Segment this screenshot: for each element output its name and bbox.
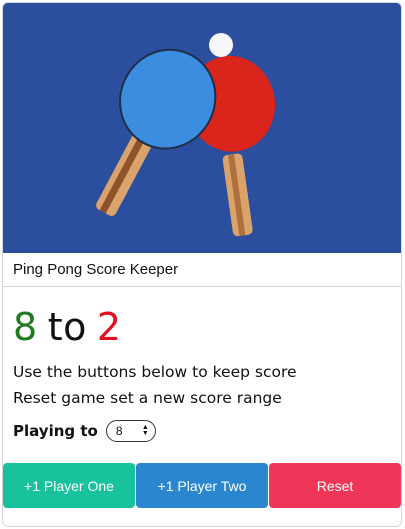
card-title: Ping Pong Score Keeper (3, 253, 401, 287)
playing-to-label: Playing to (13, 422, 98, 440)
instruction-line-2: Reset game set a new score range (13, 389, 282, 407)
score-keeper-card: Ping Pong Score Keeper 8 to 2 Use the butt… (2, 2, 402, 527)
button-row: +1 Player One +1 Player Two Reset (3, 463, 401, 508)
player-one-button[interactable]: +1 Player One (3, 463, 135, 508)
reset-button[interactable]: Reset (269, 463, 401, 508)
ping-pong-image (3, 3, 401, 253)
score-display: 8 to 2 (13, 301, 122, 353)
playing-to-value: 8 (115, 424, 123, 438)
instruction-line-1: Use the buttons below to keep score (13, 363, 297, 381)
playing-to-row: Playing to 8 ▲ ▼ (13, 419, 156, 443)
player-one-score: 8 (13, 305, 38, 349)
select-arrows-icon: ▲ ▼ (141, 424, 149, 437)
playing-to-select[interactable]: 8 ▲ ▼ (105, 420, 156, 442)
instructions: Use the buttons below to keep score Rese… (13, 359, 297, 411)
player-two-score: 2 (96, 305, 122, 349)
player-two-button[interactable]: +1 Player Two (136, 463, 268, 508)
score-separator: to (47, 305, 87, 349)
